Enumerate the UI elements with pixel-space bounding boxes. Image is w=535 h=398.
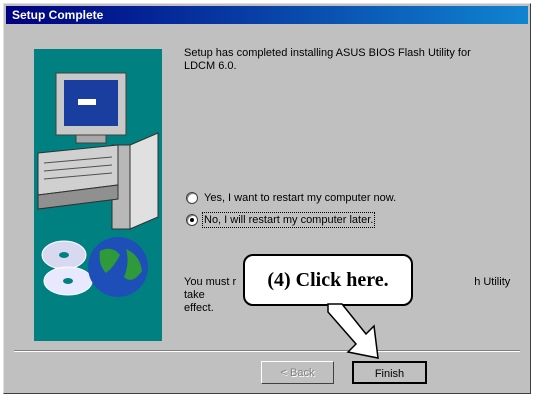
setup-complete-dialog: Setup Complete Setup has completed insta… [3,3,531,394]
note-left-fragment: You must r [184,276,237,288]
note-second-line: effect. [184,302,214,314]
window-title: Setup Complete [12,8,104,22]
computer-and-cd-icon [37,72,159,297]
title-bar[interactable]: Setup Complete [6,6,528,24]
restart-now-label: Yes, I want to restart my computer now. [204,192,397,204]
click-here-callout: (4) Click here. [243,254,413,306]
restart-now-option[interactable]: Yes, I want to restart my computer now. [186,192,396,204]
restart-now-radio[interactable] [186,192,198,204]
button-separator [14,350,520,352]
setup-illustration [34,49,162,341]
completion-message: Setup has completed installing ASUS BIOS… [184,47,471,72]
restart-later-option[interactable]: No, I will restart my computer later. [186,212,376,228]
pointer-arrow-icon [327,303,379,359]
restart-later-radio[interactable] [186,214,198,226]
back-button[interactable]: < Back [261,361,334,384]
finish-button[interactable]: Finish [352,361,427,384]
restart-later-label: No, I will restart my computer later. [201,212,376,228]
